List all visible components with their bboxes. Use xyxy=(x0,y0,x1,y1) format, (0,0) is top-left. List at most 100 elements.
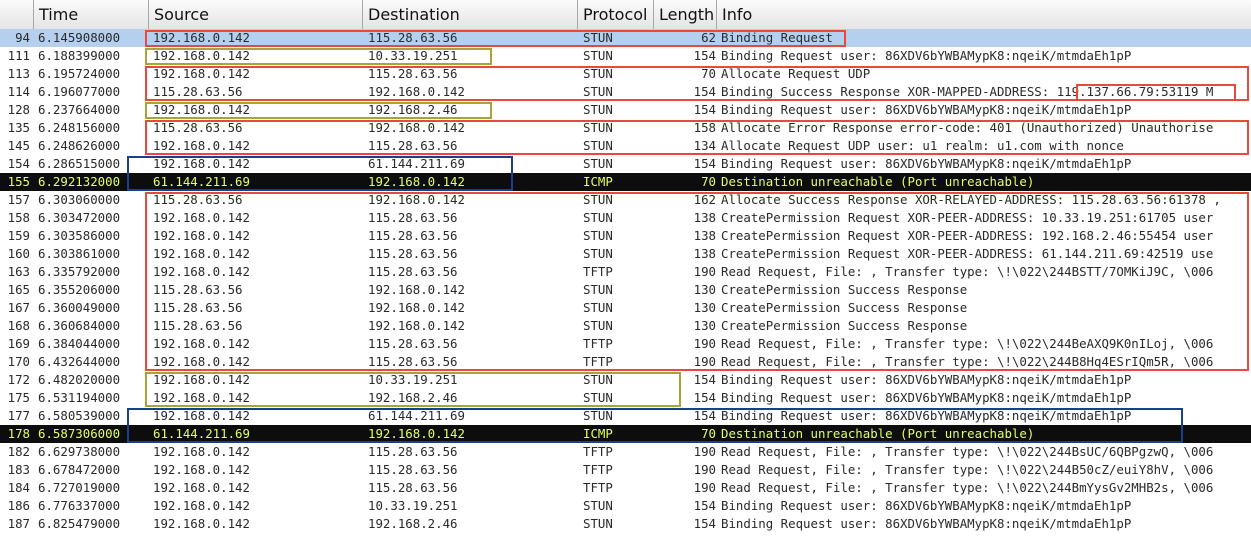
packet-row[interactable]: 111 6.188399000 192.168.0.142 10.33.19.251 S… xyxy=(0,47,1251,65)
packet-cell-info: CreatePermission Success Response xyxy=(721,300,968,315)
packet-cell-no: 170 xyxy=(7,354,30,369)
packet-cell-no: 159 xyxy=(7,228,30,243)
packet-cell-protocol: TFTP xyxy=(583,336,613,351)
packet-cell-time: 6.360684000 xyxy=(38,318,121,333)
column-header-length[interactable]: Length xyxy=(654,0,717,29)
packet-row[interactable]: 182 6.629738000 192.168.0.142 115.28.63.56 T… xyxy=(0,443,1251,461)
column-header-no[interactable] xyxy=(0,0,34,29)
packet-row[interactable]: 157 6.303060000 115.28.63.56 192.168.0.142 S… xyxy=(0,191,1251,209)
packet-row[interactable]: 128 6.237664000 192.168.0.142 192.168.2.46 S… xyxy=(0,101,1251,119)
packet-cell-no: 177 xyxy=(7,408,30,423)
packet-cell-info: Binding Request user: 86XDV6bYWBAMypK8:n… xyxy=(721,390,1132,405)
column-header-protocol[interactable]: Protocol xyxy=(578,0,654,29)
packet-cell-protocol: TFTP xyxy=(583,264,613,279)
packet-cell-destination: 10.33.19.251 xyxy=(368,48,458,63)
packet-cell-info: Read Request, File: , Transfer type: \!\… xyxy=(721,444,1214,459)
packet-cell-destination: 192.168.2.46 xyxy=(368,390,458,405)
packet-cell-time: 6.303586000 xyxy=(38,228,121,243)
packet-cell-protocol: STUN xyxy=(583,66,613,81)
packet-row[interactable]: 165 6.355206000 115.28.63.56 192.168.0.142 S… xyxy=(0,281,1251,299)
packet-cell-source: 115.28.63.56 xyxy=(153,192,243,207)
packet-row[interactable]: 158 6.303472000 192.168.0.142 115.28.63.56 S… xyxy=(0,209,1251,227)
packet-row[interactable]: 163 6.335792000 192.168.0.142 115.28.63.56 T… xyxy=(0,263,1251,281)
packet-cell-source: 192.168.0.142 xyxy=(153,480,250,495)
packet-cell-no: 178 xyxy=(7,426,30,441)
packet-cell-source: 115.28.63.56 xyxy=(153,120,243,135)
packet-row[interactable]: 186 6.776337000 192.168.0.142 10.33.19.251 S… xyxy=(0,497,1251,515)
packet-cell-no: 187 xyxy=(7,516,30,531)
packet-cell-no: 169 xyxy=(7,336,30,351)
packet-row[interactable]: 183 6.678472000 192.168.0.142 115.28.63.56 T… xyxy=(0,461,1251,479)
packet-row[interactable]: 177 6.580539000 192.168.0.142 61.144.211.69… xyxy=(0,407,1251,425)
packet-cell-time: 6.248626000 xyxy=(38,138,121,153)
packet-row[interactable]: 178 6.587306000 61.144.211.69 192.168.0.142… xyxy=(0,425,1251,443)
column-header-destination[interactable]: Destination xyxy=(363,0,578,29)
packet-cell-length: 154 xyxy=(693,156,716,171)
packet-cell-length: 190 xyxy=(693,264,716,279)
packet-cell-source: 115.28.63.56 xyxy=(153,282,243,297)
packet-cell-length: 190 xyxy=(693,444,716,459)
packet-cell-protocol: STUN xyxy=(583,192,613,207)
packet-row[interactable]: 175 6.531194000 192.168.0.142 192.168.2.46 S… xyxy=(0,389,1251,407)
packet-row[interactable]: 155 6.292132000 61.144.211.69 192.168.0.142… xyxy=(0,173,1251,191)
packet-cell-source: 192.168.0.142 xyxy=(153,210,250,225)
packet-cell-destination: 115.28.63.56 xyxy=(368,30,458,45)
packet-cell-no: 167 xyxy=(7,300,30,315)
packet-cell-length: 154 xyxy=(693,498,716,513)
packet-cell-no: 128 xyxy=(7,102,30,117)
packet-cell-length: 190 xyxy=(693,480,716,495)
packet-cell-length: 138 xyxy=(693,210,716,225)
packet-row[interactable]: 135 6.248156000 115.28.63.56 192.168.0.142 S… xyxy=(0,119,1251,137)
packet-cell-source: 192.168.0.142 xyxy=(153,48,250,63)
packet-cell-destination: 115.28.63.56 xyxy=(368,462,458,477)
packet-cell-source: 192.168.0.142 xyxy=(153,138,250,153)
packet-cell-length: 154 xyxy=(693,102,716,117)
packet-row[interactable]: 170 6.432644000 192.168.0.142 115.28.63.56 T… xyxy=(0,353,1251,371)
packet-row[interactable]: 159 6.303586000 192.168.0.142 115.28.63.56 S… xyxy=(0,227,1251,245)
packet-cell-protocol: ICMP xyxy=(583,426,613,441)
packet-cell-source: 192.168.0.142 xyxy=(153,516,250,531)
packet-cell-length: 134 xyxy=(693,138,716,153)
packet-row[interactable]: 168 6.360684000 115.28.63.56 192.168.0.142 S… xyxy=(0,317,1251,335)
packet-cell-length: 190 xyxy=(693,336,716,351)
packet-cell-info: Binding Request user: 86XDV6bYWBAMypK8:n… xyxy=(721,156,1132,171)
packet-cell-time: 6.384044000 xyxy=(38,336,121,351)
packet-cell-time: 6.355206000 xyxy=(38,282,121,297)
packet-cell-no: 94 xyxy=(15,30,30,45)
packet-cell-source: 192.168.0.142 xyxy=(153,498,250,513)
packet-row[interactable]: 169 6.384044000 192.168.0.142 115.28.63.56 T… xyxy=(0,335,1251,353)
packet-cell-time: 6.482020000 xyxy=(38,372,121,387)
packet-cell-time: 6.237664000 xyxy=(38,102,121,117)
packet-cell-source: 192.168.0.142 xyxy=(153,228,250,243)
packet-cell-no: 175 xyxy=(7,390,30,405)
packet-cell-time: 6.727019000 xyxy=(38,480,121,495)
packet-cell-time: 6.303861000 xyxy=(38,246,121,261)
column-header-source[interactable]: Source xyxy=(149,0,363,29)
packet-row[interactable]: 154 6.286515000 192.168.0.142 61.144.211.69… xyxy=(0,155,1251,173)
column-header-time[interactable]: Time xyxy=(34,0,149,29)
packet-cell-source: 192.168.0.142 xyxy=(153,246,250,261)
packet-row[interactable]: 145 6.248626000 192.168.0.142 115.28.63.56 S… xyxy=(0,137,1251,155)
packet-cell-source: 192.168.0.142 xyxy=(153,336,250,351)
packet-cell-destination: 192.168.0.142 xyxy=(368,174,465,189)
packet-cell-info: Binding Request user: 86XDV6bYWBAMypK8:n… xyxy=(721,516,1132,531)
packet-row[interactable]: 184 6.727019000 192.168.0.142 115.28.63.56 T… xyxy=(0,479,1251,497)
packet-cell-no: 157 xyxy=(7,192,30,207)
packet-row[interactable]: 94 6.145908000 192.168.0.142 115.28.63.56 ST… xyxy=(0,29,1251,47)
packet-cell-no: 113 xyxy=(7,66,30,81)
packet-row[interactable]: 187 6.825479000 192.168.0.142 192.168.2.46 S… xyxy=(0,515,1251,533)
packet-row[interactable]: 114 6.196077000 115.28.63.56 192.168.0.142 S… xyxy=(0,83,1251,101)
packet-cell-no: 111 xyxy=(7,48,30,63)
packet-row[interactable]: 172 6.482020000 192.168.0.142 10.33.19.251 S… xyxy=(0,371,1251,389)
packet-cell-time: 6.195724000 xyxy=(38,66,121,81)
packet-cell-info: Read Request, File: , Transfer type: \!\… xyxy=(721,336,1214,351)
packet-cell-time: 6.531194000 xyxy=(38,390,121,405)
packet-row[interactable]: 160 6.303861000 192.168.0.142 115.28.63.56 S… xyxy=(0,245,1251,263)
packet-row[interactable]: 113 6.195724000 192.168.0.142 115.28.63.56 S… xyxy=(0,65,1251,83)
packet-cell-destination: 192.168.0.142 xyxy=(368,318,465,333)
column-header-info[interactable]: Info xyxy=(717,0,1251,29)
packet-cell-destination: 61.144.211.69 xyxy=(368,156,465,171)
packet-cell-info: Destination unreachable (Port unreachabl… xyxy=(721,426,1035,441)
packet-row[interactable]: 167 6.360049000 115.28.63.56 192.168.0.142 S… xyxy=(0,299,1251,317)
packet-cell-time: 6.188399000 xyxy=(38,48,121,63)
